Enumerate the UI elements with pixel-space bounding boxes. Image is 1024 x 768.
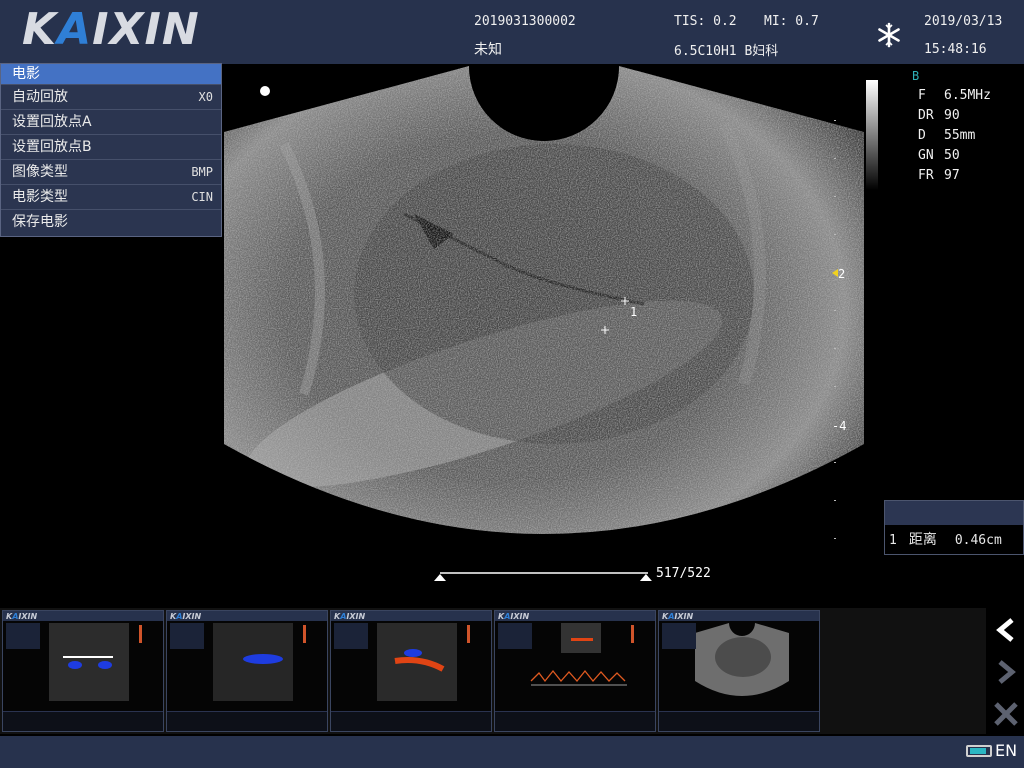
imaging-parameters: B F 6.5MHz DR 90 D 55mm GN 50 FR 97 xyxy=(912,66,991,186)
menu-item-cine-type[interactable]: 电影类型 CIN xyxy=(1,184,221,209)
battery-icon xyxy=(966,745,992,757)
status-bar xyxy=(0,736,1024,768)
chevron-left-icon[interactable] xyxy=(990,614,1022,646)
param-depth: D 55mm xyxy=(918,128,976,143)
thumbnail-1[interactable]: KAIXIN xyxy=(2,610,164,732)
thumbnail-2[interactable]: KAIXIN xyxy=(166,610,328,732)
mode-label: B xyxy=(912,69,920,83)
kaixin-logo: KAIXIN xyxy=(22,4,200,55)
thumbnail-strip: KAIXIN KAIXIN KAIXIN KAIXIN KAIXIN xyxy=(0,608,986,734)
param-gain: GN 50 xyxy=(918,148,960,163)
measurement-value: 0.46cm xyxy=(954,533,1002,548)
thumbnail-5[interactable]: KAIXIN xyxy=(658,610,820,732)
cine-position-marker[interactable] xyxy=(639,574,652,581)
date: 2019/03/13 xyxy=(924,14,1003,29)
menu-item-save-cine[interactable]: 保存电影 xyxy=(1,209,221,234)
ultrasound-image[interactable]: 1 xyxy=(224,64,864,550)
cine-menu: 电影 自动回放 X0 设置回放点A 设置回放点B 图像类型 BMP 电影类型 CIN … xyxy=(0,63,222,237)
measurement-label: 距离 xyxy=(908,532,937,548)
grayscale-bar xyxy=(866,80,878,190)
language-indicator[interactable]: EN xyxy=(995,741,1017,760)
depth-scale: 2 -4 xyxy=(832,120,846,539)
measurement-index: 1 xyxy=(889,533,897,548)
menu-title[interactable]: 电影 xyxy=(1,64,221,84)
probe-exam: 6.5C10H1 B妇科 xyxy=(674,44,779,59)
depth-label-2: 2 xyxy=(838,267,845,281)
snowflake-icon[interactable] xyxy=(876,22,902,48)
patient-name: 未知 xyxy=(474,42,502,58)
menu-item-set-point-a[interactable]: 设置回放点A xyxy=(1,109,221,134)
orientation-marker xyxy=(260,86,270,96)
menu-item-set-point-b[interactable]: 设置回放点B xyxy=(1,134,221,159)
param-frequency: F 6.5MHz xyxy=(918,88,991,103)
top-header: KAIXIN 2019031300002 未知 TIS: 0.2 MI: 0.7… xyxy=(0,0,1024,64)
tis-value: TIS: 0.2 xyxy=(674,14,737,29)
close-icon[interactable] xyxy=(990,698,1022,730)
time: 15:48:16 xyxy=(924,42,987,57)
param-frame-rate: FR 97 xyxy=(918,168,960,183)
menu-item-image-type[interactable]: 图像类型 BMP xyxy=(1,159,221,184)
measurement-panel: 1 距离 0.46cm xyxy=(884,500,1024,555)
frame-counter: 517/522 xyxy=(656,566,711,581)
thumbnail-4[interactable]: KAIXIN xyxy=(494,610,656,732)
param-dynamic-range: DR 90 xyxy=(918,108,960,123)
mi-value: MI: 0.7 xyxy=(764,14,819,29)
cine-start-marker[interactable] xyxy=(434,574,446,581)
measurement-row[interactable]: 1 距离 0.46cm xyxy=(885,525,1023,555)
chevron-right-icon[interactable] xyxy=(990,656,1022,688)
patient-id: 2019031300002 xyxy=(474,14,576,29)
caliper-label: 1 xyxy=(630,305,637,319)
thumbnail-3[interactable]: KAIXIN xyxy=(330,610,492,732)
measurement-header xyxy=(885,501,1023,525)
menu-item-auto-playback[interactable]: 自动回放 X0 xyxy=(1,84,221,109)
depth-label-4: -4 xyxy=(832,419,846,433)
